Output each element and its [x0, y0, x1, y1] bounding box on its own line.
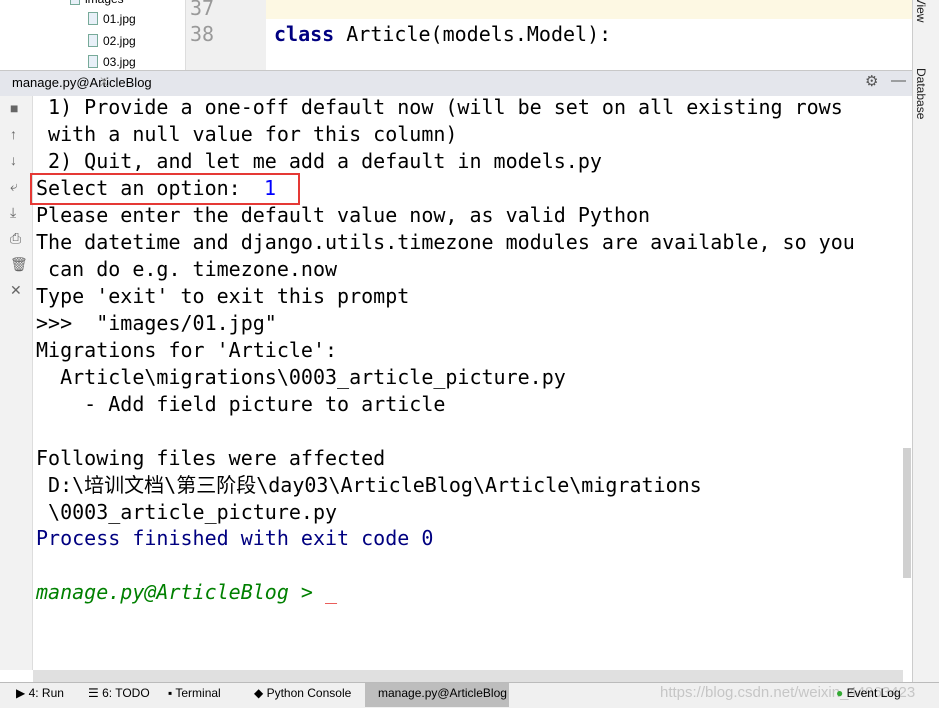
- soft-wrap-icon[interactable]: ⤶: [10, 178, 18, 195]
- console-line: Article\migrations\0003_article_picture.…: [36, 365, 566, 389]
- event-log-label: Event Log: [846, 686, 901, 700]
- console-line: D:\培训文档\第三阶段\day03\ArticleBlog\Article\m…: [36, 473, 702, 497]
- code-text: Article(models.Model):: [334, 22, 612, 46]
- terminal-tab[interactable]: ▪ Terminal: [168, 686, 221, 700]
- sciview-tab[interactable]: SciView: [914, 0, 928, 22]
- vertical-scrollbar[interactable]: [903, 448, 911, 578]
- todo-tab-label: 6: TODO: [102, 686, 150, 700]
- close-icon[interactable]: ✕: [10, 282, 22, 299]
- console-line: \0003_article_picture.py: [36, 500, 338, 524]
- console-line: Migrations for 'Article':: [36, 338, 338, 362]
- console-line: Type 'exit' to exit this prompt: [36, 284, 410, 308]
- console-prompt[interactable]: manage.py@ArticleBlog > _: [36, 579, 337, 606]
- console-toolbar: ■ ↑ ↓ ⤶ ⤓ ⎙ 🗑 ✕: [0, 96, 33, 670]
- console-line: 1) Provide a one-off default now (will b…: [36, 95, 843, 119]
- code-keyword: class: [274, 22, 335, 46]
- highlight-box: [30, 173, 300, 205]
- project-tree: images 01.jpg 02.jpg 03.jpg: [0, 0, 186, 70]
- database-tab[interactable]: Database: [914, 68, 928, 119]
- line-number: 37: [190, 0, 215, 20]
- scroll-to-end-icon[interactable]: ⤓: [10, 204, 16, 221]
- minimize-icon[interactable]: —: [891, 72, 906, 89]
- tree-file[interactable]: 03.jpg: [88, 55, 136, 69]
- run-tab-title[interactable]: manage.py@ArticleBlog: [12, 75, 152, 90]
- current-line-highlight: [266, 0, 912, 19]
- console-line: Please enter the default value now, as v…: [36, 203, 651, 227]
- print-icon[interactable]: ⎙: [10, 230, 21, 247]
- process-finished-text: Process finished with exit code 0: [36, 526, 434, 550]
- event-log-icon: ●: [836, 686, 844, 700]
- text-cursor: _: [324, 580, 338, 604]
- run-tab[interactable]: ▶ 4: Run: [16, 686, 64, 700]
- trash-icon[interactable]: 🗑: [10, 256, 28, 273]
- python-console-tab-label: Python Console: [266, 686, 352, 700]
- console-line: with a null value for this column): [36, 122, 458, 146]
- prompt-text: manage.py@ArticleBlog >: [36, 580, 325, 604]
- console-line: Following files were affected: [36, 446, 386, 470]
- manage-py-tab[interactable]: manage.py@ArticleBlog: [378, 686, 507, 700]
- tree-file[interactable]: 01.jpg: [88, 12, 136, 26]
- todo-tab[interactable]: ☰ 6: TODO: [88, 686, 150, 700]
- event-log-tab[interactable]: ● Event Log: [836, 686, 901, 700]
- console-line: can do e.g. timezone.now: [36, 257, 338, 281]
- console-line: - Add field picture to article: [36, 392, 446, 416]
- close-icon[interactable]: X: [100, 75, 108, 89]
- down-arrow-icon[interactable]: ↓: [10, 152, 17, 168]
- console-line: 2) Quit, and let me add a default in mod…: [36, 149, 602, 173]
- python-console-tab[interactable]: ◆ Python Console: [254, 686, 351, 700]
- run-tab-label: 4: Run: [28, 686, 64, 700]
- tree-folder-images[interactable]: images: [70, 0, 124, 6]
- up-arrow-icon[interactable]: ↑: [10, 126, 17, 142]
- code-line[interactable]: class Article(models.Model):: [274, 22, 611, 46]
- stop-icon[interactable]: ■: [10, 100, 18, 116]
- gear-icon[interactable]: ⚙: [865, 72, 878, 90]
- console-line: The datetime and django.utils.timezone m…: [36, 230, 855, 254]
- terminal-tab-label: Terminal: [175, 686, 221, 700]
- horizontal-scrollbar[interactable]: [33, 670, 903, 682]
- line-number: 38: [190, 22, 215, 46]
- tree-file[interactable]: 02.jpg: [88, 34, 136, 48]
- console-line: >>> "images/01.jpg": [36, 311, 277, 335]
